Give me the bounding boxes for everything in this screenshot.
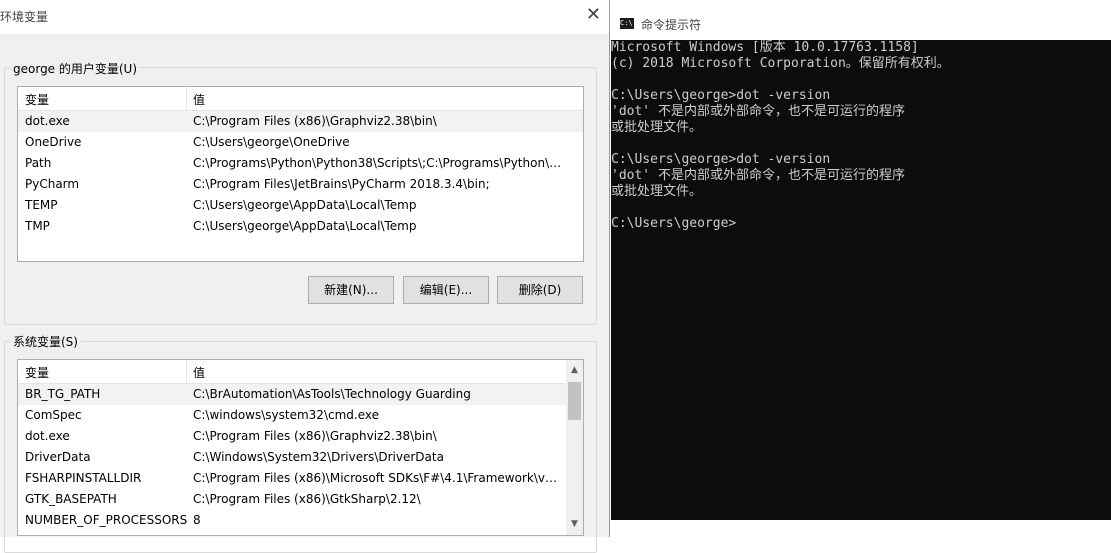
variable-name: DriverData xyxy=(25,450,91,464)
variable-value: C:\BrAutomation\AsTools\Technology Guard… xyxy=(193,387,471,401)
variable-value: C:\Program Files\JetBrains\PyCharm 2018.… xyxy=(193,177,490,191)
table-row[interactable]: TMP C:\Users\george\AppData\Local\Temp xyxy=(18,216,583,237)
table-row[interactable]: BR_TG_PATH C:\BrAutomation\AsTools\Techno… xyxy=(18,384,566,405)
console-line: (c) 2018 Microsoft Corporation。保留所有权利。 xyxy=(611,56,950,71)
vertical-scrollbar[interactable]: ▲ ▼ xyxy=(566,360,583,535)
cmd-title: 命令提示符 xyxy=(641,18,702,32)
variable-name: OneDrive xyxy=(25,135,82,149)
variable-name: NUMBER_OF_PROCESSORS xyxy=(25,513,188,527)
variable-value: C:\Users\george\AppData\Local\Temp xyxy=(193,219,417,233)
table-row[interactable]: ComSpec C:\windows\system32\cmd.exe xyxy=(18,405,566,426)
variable-name: TMP xyxy=(25,219,50,233)
scrollbar-thumb[interactable] xyxy=(568,382,581,420)
edit-button[interactable]: 编辑(E)... xyxy=(403,276,489,304)
column-header-variable[interactable]: 变量 xyxy=(25,364,49,381)
variable-value: C:\Program Files (x86)\GtkSharp\2.12\ xyxy=(193,492,421,506)
list-header: 变量 值 xyxy=(18,87,583,111)
cmd-titlebar[interactable]: C:\ 命令提示符 xyxy=(611,0,1111,40)
variable-value: C:\Programs\Python\Python38\Scripts\;C:\… xyxy=(193,156,563,170)
scroll-down-icon[interactable]: ▼ xyxy=(566,516,583,533)
variable-name: FSHARPINSTALLDIR xyxy=(25,471,142,485)
console-line: 'dot' 不是内部或外部命令，也不是可运行的程序 xyxy=(611,104,905,119)
column-header-variable[interactable]: 变量 xyxy=(25,91,49,108)
list-header: 变量 值 xyxy=(18,360,566,384)
table-row[interactable]: dot.exe C:\Program Files (x86)\Graphviz2.… xyxy=(18,111,583,132)
delete-button[interactable]: 删除(D) xyxy=(497,276,583,304)
table-row[interactable]: Path C:\Programs\Python\Python38\Scripts\… xyxy=(18,153,583,174)
variable-name: BR_TG_PATH xyxy=(25,387,101,401)
system-variables-label: 系统变量(S) xyxy=(10,333,81,350)
table-row[interactable]: OneDrive C:\Users\george\OneDrive xyxy=(18,132,583,153)
dialog-title: 环境变量 xyxy=(0,10,49,24)
console-line: C:\Users\george>dot -version xyxy=(611,88,831,103)
close-icon[interactable]: ✕ xyxy=(586,4,601,25)
variable-value: C:\Users\george\OneDrive xyxy=(193,135,350,149)
terminal-icon: C:\ xyxy=(620,18,634,29)
variable-name: dot.exe xyxy=(25,114,70,128)
table-row[interactable]: PyCharm C:\Program Files\JetBrains\PyChar… xyxy=(18,174,583,195)
console-line: 'dot' 不是内部或外部命令，也不是可运行的程序 xyxy=(611,168,905,183)
user-variables-label: george 的用户变量(U) xyxy=(10,60,141,77)
variable-name: GTK_BASEPATH xyxy=(25,492,117,506)
variable-name: TEMP xyxy=(25,198,58,212)
variable-value: 8 xyxy=(193,513,201,527)
table-row[interactable]: GTK_BASEPATH C:\Program Files (x86)\GtkSh… xyxy=(18,489,566,510)
table-row[interactable]: TEMP C:\Users\george\AppData\Local\Temp xyxy=(18,195,583,216)
console-line: 或批处理文件。 xyxy=(611,120,703,135)
system-variables-list[interactable]: 变量 值 BR_TG_PATH C:\BrAutomation\AsTools\T… xyxy=(17,359,584,536)
variable-value: C:\Program Files (x86)\Graphviz2.38\bin\ xyxy=(193,114,437,128)
variable-name: Path xyxy=(25,156,52,170)
command-prompt-window: C:\ 命令提示符 Microsoft Windows [版本 10.0.177… xyxy=(611,0,1111,537)
column-header-value[interactable]: 值 xyxy=(193,91,205,108)
environment-variables-dialog: 环境变量 ✕ george 的用户变量(U) 变量 值 dot.exe C:\Pr… xyxy=(0,0,610,553)
console-line: C:\Users\george> xyxy=(611,216,737,231)
console-line: C:\Users\george>dot -version xyxy=(611,152,831,167)
scroll-up-icon[interactable]: ▲ xyxy=(566,362,583,379)
table-row[interactable]: FSHARPINSTALLDIR C:\Program Files (x86)\M… xyxy=(18,468,566,489)
console-output[interactable]: Microsoft Windows [版本 10.0.17763.1158] (c… xyxy=(611,40,1111,520)
console-line: 或批处理文件。 xyxy=(611,184,703,199)
variable-name: PyCharm xyxy=(25,177,80,191)
new-button[interactable]: 新建(N)... xyxy=(308,276,394,304)
variable-name: ComSpec xyxy=(25,408,82,422)
variable-value: C:\Windows\System32\Drivers\DriverData xyxy=(193,450,444,464)
console-line: Microsoft Windows [版本 10.0.17763.1158] xyxy=(611,40,919,55)
user-variables-list[interactable]: 变量 值 dot.exe C:\Program Files (x86)\Graph… xyxy=(17,86,584,262)
column-header-value[interactable]: 值 xyxy=(193,364,205,381)
variable-value: C:\Program Files (x86)\Microsoft SDKs\F#… xyxy=(193,471,563,485)
table-row[interactable]: NUMBER_OF_PROCESSORS 8 xyxy=(18,510,566,531)
table-row[interactable]: dot.exe C:\Program Files (x86)\Graphviz2.… xyxy=(18,426,566,447)
variable-name: dot.exe xyxy=(25,429,70,443)
variable-value: C:\windows\system32\cmd.exe xyxy=(193,408,379,422)
dialog-titlebar[interactable]: 环境变量 ✕ xyxy=(0,0,609,34)
variable-value: C:\Program Files (x86)\Graphviz2.38\bin\ xyxy=(193,429,437,443)
table-row[interactable]: DriverData C:\Windows\System32\Drivers\Dr… xyxy=(18,447,566,468)
variable-value: C:\Users\george\AppData\Local\Temp xyxy=(193,198,417,212)
